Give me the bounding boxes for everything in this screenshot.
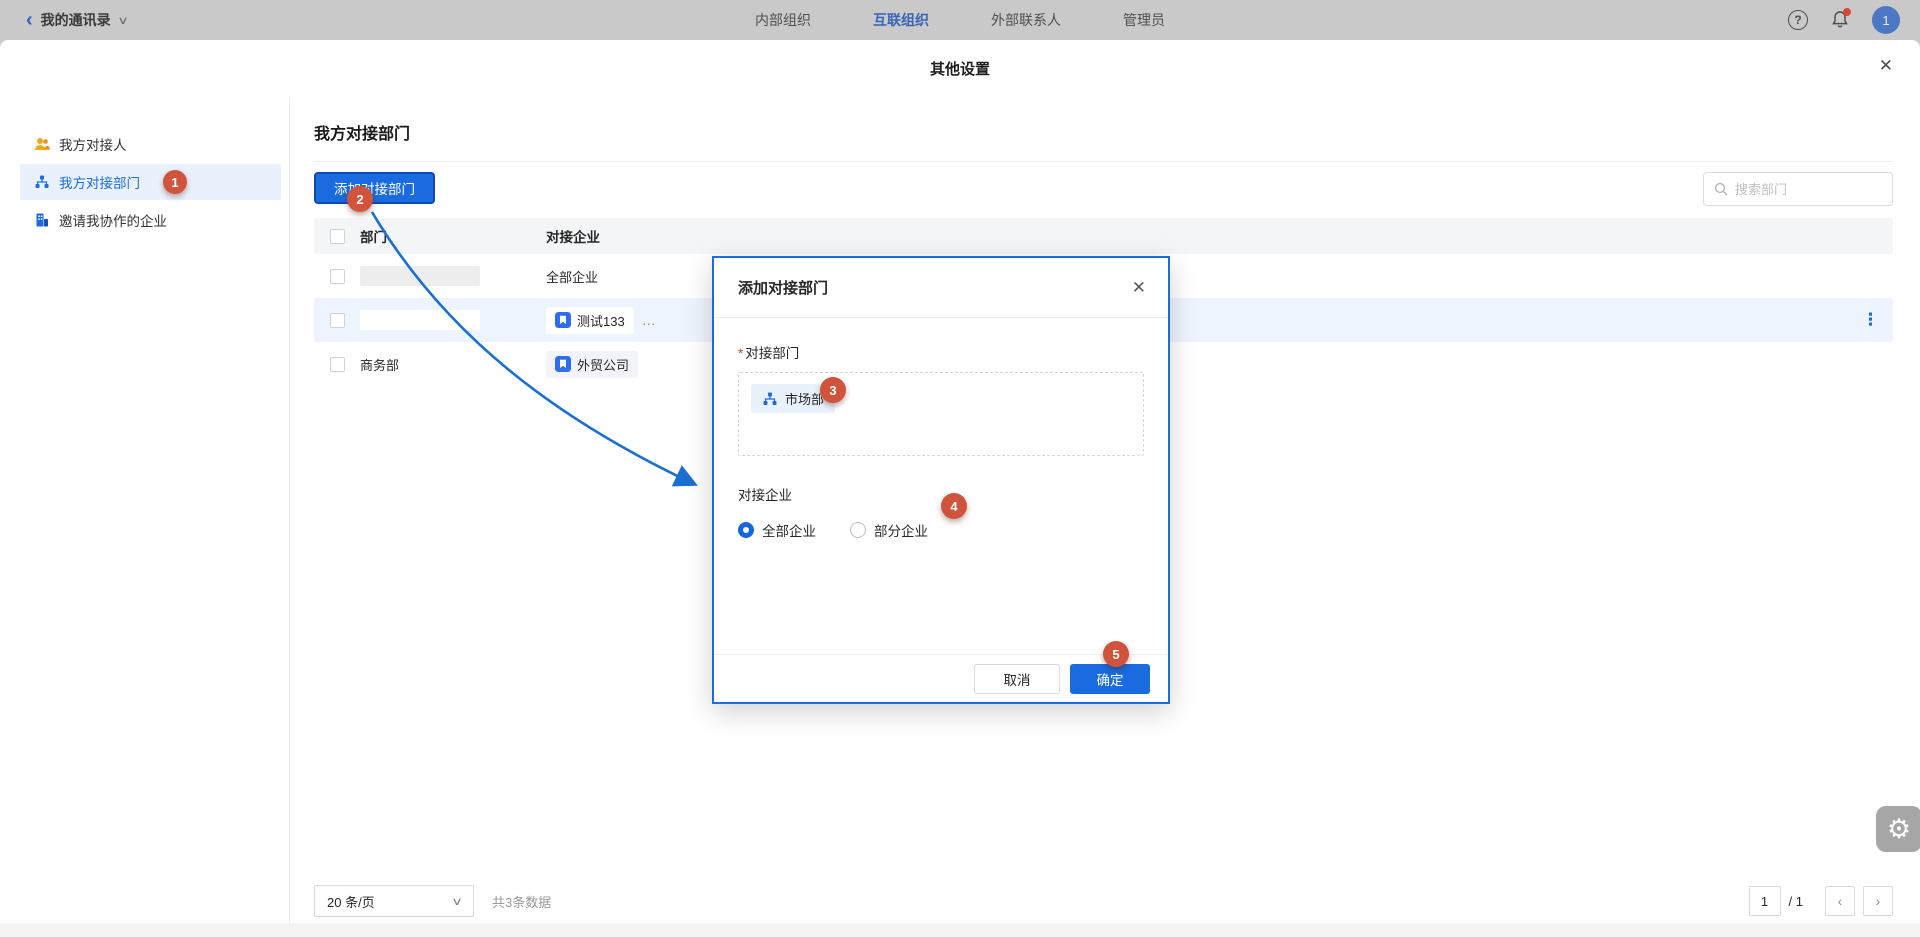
sidebar-item-our-contacts[interactable]: 我方对接人 — [20, 126, 281, 162]
avatar[interactable]: 1 — [1872, 6, 1900, 34]
guide-step-4-badge: 4 — [941, 493, 967, 519]
guide-step-2-badge: 2 — [347, 186, 373, 212]
radio-checked-icon[interactable] — [738, 522, 754, 538]
chevron-down-icon: ∨ — [451, 895, 463, 908]
sidebar-item-our-departments[interactable]: 我方对接部门 1 — [20, 164, 281, 200]
toolbar: 添加对接部门 — [314, 172, 1893, 206]
modal-header: 添加对接部门 ✕ — [714, 258, 1168, 318]
close-icon[interactable]: ✕ — [1879, 56, 1893, 76]
current-page-box[interactable]: 1 — [1749, 886, 1781, 916]
people-icon — [34, 136, 50, 152]
bookmark-icon — [555, 356, 571, 372]
bell-icon[interactable] — [1830, 10, 1850, 30]
prev-page-button[interactable]: ‹ — [1825, 886, 1855, 916]
row-checkbox[interactable] — [330, 313, 345, 328]
redacted-department — [360, 266, 480, 286]
row-checkbox[interactable] — [330, 269, 345, 284]
pager-controls: 1 / 1 ‹ › — [1749, 885, 1893, 917]
column-header-company: 对接企业 — [546, 226, 1893, 246]
search-icon — [1714, 182, 1728, 196]
search-box[interactable] — [1703, 172, 1893, 206]
total-count-text: 共3条数据 — [492, 885, 551, 917]
search-input[interactable] — [1735, 182, 1882, 197]
back-icon[interactable]: ‹ — [26, 10, 33, 30]
more-companies[interactable]: … — [642, 312, 657, 328]
sidebar-item-label: 我方对接部门 — [59, 172, 140, 192]
confirm-button[interactable]: 确定 — [1070, 664, 1150, 694]
top-navbar: ‹ 我的通讯录 ∨ 内部组织 互联组织 外部联系人 管理员 ? 1 — [0, 0, 1920, 40]
tab-external-contacts[interactable]: 外部联系人 — [991, 10, 1061, 30]
company-tag[interactable]: 测试133 — [546, 307, 634, 334]
gear-icon: ⚙ — [1887, 814, 1911, 845]
app-stage: ‹ 我的通讯录 ∨ 内部组织 互联组织 外部联系人 管理员 ? 1 其他设置 ✕ — [0, 0, 1920, 937]
panel-header: 其他设置 ✕ — [0, 40, 1920, 96]
close-icon[interactable]: ✕ — [1132, 278, 1146, 298]
section-title: 我方对接部门 — [314, 120, 1893, 144]
redacted-department — [360, 310, 480, 330]
modal-footer: 取消 确定 — [714, 654, 1168, 702]
page-title: 其他设置 — [930, 58, 990, 79]
department-cell: 商务部 — [360, 358, 399, 373]
nav-right-group: ? 1 — [1788, 0, 1900, 40]
guide-step-5-badge: 5 — [1103, 641, 1129, 667]
sidebar: 我方对接人 我方对接部门 1 邀请我协作的企业 — [0, 96, 290, 923]
building-icon — [34, 212, 50, 228]
modal-title: 添加对接部门 — [738, 277, 828, 298]
cancel-button[interactable]: 取消 — [974, 664, 1060, 694]
total-pages-text: / 1 — [1789, 894, 1803, 909]
help-icon[interactable]: ? — [1788, 10, 1808, 30]
page-size-select[interactable]: 20 条/页 ∨ — [314, 885, 474, 917]
nav-title: 我的通讯录 — [41, 10, 111, 30]
sidebar-item-label: 我方对接人 — [59, 134, 127, 154]
radio-unchecked-icon[interactable] — [850, 522, 866, 538]
column-header-department: 部门 — [360, 226, 546, 246]
settings-fab[interactable]: ⚙ — [1876, 806, 1920, 852]
tab-admin[interactable]: 管理员 — [1123, 10, 1165, 30]
tab-internal-org[interactable]: 内部组织 — [755, 10, 811, 30]
guide-step-3-badge: 3 — [820, 377, 846, 403]
nav-tabs: 内部组织 互联组织 外部联系人 管理员 — [755, 0, 1165, 40]
radio-all-companies[interactable]: 全部企业 — [738, 520, 816, 540]
required-asterisk: * — [738, 346, 743, 361]
sidebar-item-inviting-companies[interactable]: 邀请我协作的企业 — [20, 202, 281, 238]
select-all-checkbox[interactable] — [330, 229, 345, 244]
radio-partial-companies[interactable]: 部分企业 — [850, 520, 928, 540]
org-tree-icon — [34, 174, 50, 190]
pagination-bar: 20 条/页 ∨ 共3条数据 1 / 1 ‹ › — [314, 885, 1893, 917]
row-more-icon[interactable]: ⋮ — [1862, 298, 1879, 342]
add-department-button[interactable]: 添加对接部门 — [314, 172, 435, 204]
chevron-down-icon[interactable]: ∨ — [117, 14, 128, 27]
bookmark-icon — [555, 312, 571, 328]
next-page-button[interactable]: › — [1863, 886, 1893, 916]
department-field-label: *对接部门 — [738, 342, 1144, 362]
tab-connected-org[interactable]: 互联组织 — [873, 10, 929, 30]
guide-step-1-badge: 1 — [163, 170, 187, 194]
divider — [314, 161, 1893, 162]
row-checkbox[interactable] — [330, 357, 345, 372]
company-radio-group: 全部企业 部分企业 — [738, 520, 1144, 540]
bottom-strip — [0, 923, 1920, 937]
page-size-value: 20 条/页 — [327, 892, 375, 911]
org-tree-icon — [762, 391, 778, 407]
company-cell-text: 全部企业 — [546, 267, 598, 286]
sidebar-item-label: 邀请我协作的企业 — [59, 210, 167, 230]
notification-dot — [1843, 8, 1851, 16]
table-header-row: 部门 对接企业 — [314, 218, 1893, 254]
nav-back-group[interactable]: ‹ 我的通讯录 ∨ — [0, 10, 127, 30]
department-picker-area[interactable]: 市场部 — [738, 372, 1144, 456]
company-tag[interactable]: 外贸公司 — [546, 351, 638, 378]
add-department-modal: 添加对接部门 ✕ *对接部门 市场部 对接企业 全部企业 — [712, 256, 1170, 704]
